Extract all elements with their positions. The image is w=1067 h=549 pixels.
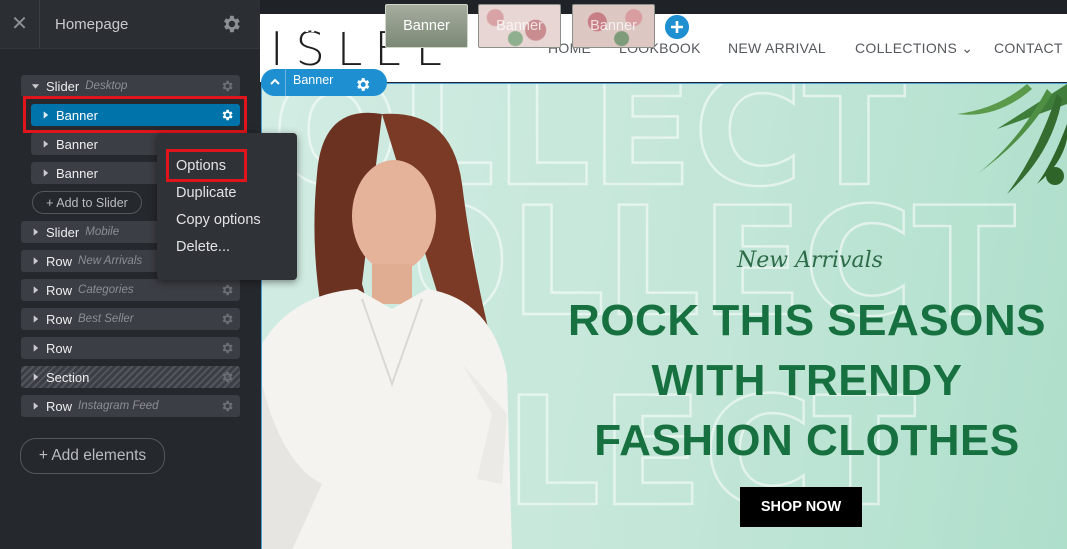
gear-icon[interactable]: [220, 370, 234, 384]
gear-icon[interactable]: [220, 341, 234, 355]
banner-element-tag[interactable]: Banner: [261, 69, 387, 96]
shop-now-button[interactable]: SHOP NOW: [740, 487, 862, 527]
add-slide-button[interactable]: [665, 15, 689, 39]
close-button[interactable]: ✕: [0, 0, 40, 49]
add-to-slider-button[interactable]: + Add to Slider: [32, 191, 142, 214]
slide-thumb-1[interactable]: Banner: [385, 4, 468, 48]
tree-item-sub: Categories: [78, 284, 134, 296]
chevron-up-icon[interactable]: [268, 75, 282, 89]
gear-icon[interactable]: [220, 79, 234, 93]
slide-thumb-2[interactable]: Banner: [478, 4, 561, 48]
slide-thumb-3[interactable]: Banner: [572, 4, 655, 48]
tree-item-label: Row: [46, 311, 73, 327]
tree-item-section[interactable]: Section: [21, 366, 240, 388]
tree-item-slider-desktop[interactable]: Slider Desktop: [21, 75, 240, 97]
caret-right-icon[interactable]: [31, 314, 40, 324]
menu-item-copy-options[interactable]: Copy options: [176, 212, 261, 228]
caret-right-icon[interactable]: [31, 343, 40, 353]
caret-down-icon[interactable]: [31, 81, 40, 91]
tree-item-label: Slider: [46, 224, 80, 240]
tree-item-label: Slider: [46, 78, 80, 94]
gear-icon[interactable]: [220, 13, 242, 35]
tree-item-row-categories[interactable]: Row Categories: [21, 279, 240, 301]
nav-contact[interactable]: CONTACT: [994, 40, 1063, 56]
caret-right-icon[interactable]: [31, 227, 40, 237]
tree-item-label: Section: [46, 369, 90, 385]
caret-right-icon[interactable]: [31, 372, 40, 382]
tree-item-label: Row: [46, 398, 73, 414]
tree-item-sub: New Arrivals: [78, 255, 143, 267]
gear-icon[interactable]: [354, 76, 371, 93]
sidebar-header: ✕ Homepage: [0, 0, 260, 49]
slide-thumb-label: Banner: [590, 18, 637, 34]
caret-right-icon[interactable]: [31, 401, 40, 411]
slide-thumb-label: Banner: [403, 18, 450, 34]
highlight-frame: [23, 96, 247, 133]
tree-item-label: Row: [46, 340, 73, 356]
slider-title: Slider: [290, 14, 349, 37]
highlight-frame: [166, 149, 247, 182]
tree-item-label: Row: [46, 282, 73, 298]
menu-item-delete[interactable]: Delete...: [176, 239, 230, 255]
leaves-graphic: [957, 84, 1067, 194]
caret-right-icon[interactable]: [41, 139, 50, 149]
caret-right-icon[interactable]: [31, 285, 40, 295]
menu-item-duplicate[interactable]: Duplicate: [176, 185, 236, 201]
tree-item-sub: Desktop: [85, 80, 128, 92]
gear-icon[interactable]: [220, 312, 234, 326]
close-icon: ✕: [11, 13, 28, 35]
tree-item-label: Banner: [56, 165, 98, 181]
banner-headline-2: WITH TRENDY: [651, 356, 963, 405]
add-elements-button[interactable]: + Add elements: [20, 438, 165, 474]
page-title: Homepage: [55, 16, 129, 33]
tree-item-label: Row: [46, 253, 73, 269]
gear-icon[interactable]: [220, 399, 234, 413]
slide-thumb-label: Banner: [496, 18, 543, 34]
tree-item-row-best-seller[interactable]: Row Best Seller: [21, 308, 240, 330]
nav-collections[interactable]: COLLECTIONS ⌄: [855, 40, 973, 57]
caret-right-icon[interactable]: [41, 168, 50, 178]
nav-new-arrival[interactable]: NEW ARRIVAL: [728, 40, 826, 56]
tree-item-sub: Best Seller: [78, 313, 134, 325]
tag-divider: [285, 69, 286, 96]
banner-slide[interactable]: OLLECT OLLECT OLLECT New Arrivals ROCK T…: [261, 83, 1067, 549]
slider-toolbar: [260, 0, 1067, 14]
gear-icon[interactable]: [220, 283, 234, 297]
banner-headline-1: ROCK THIS SEASONS: [568, 296, 1046, 345]
banner-headline-3: FASHION CLOTHES: [594, 416, 1020, 465]
tree-item-label: Banner: [56, 136, 98, 152]
tree-item-sub: Mobile: [85, 226, 120, 238]
tag-label: Banner: [293, 73, 334, 87]
model-photo: [262, 112, 512, 549]
tree-item-row[interactable]: Row: [21, 337, 240, 359]
caret-right-icon[interactable]: [31, 256, 40, 266]
tree-item-row-instagram-feed[interactable]: Row Instagram Feed: [21, 395, 240, 417]
banner-eyebrow: New Arrivals: [737, 248, 883, 273]
tree-item-sub: Instagram Feed: [78, 400, 159, 412]
